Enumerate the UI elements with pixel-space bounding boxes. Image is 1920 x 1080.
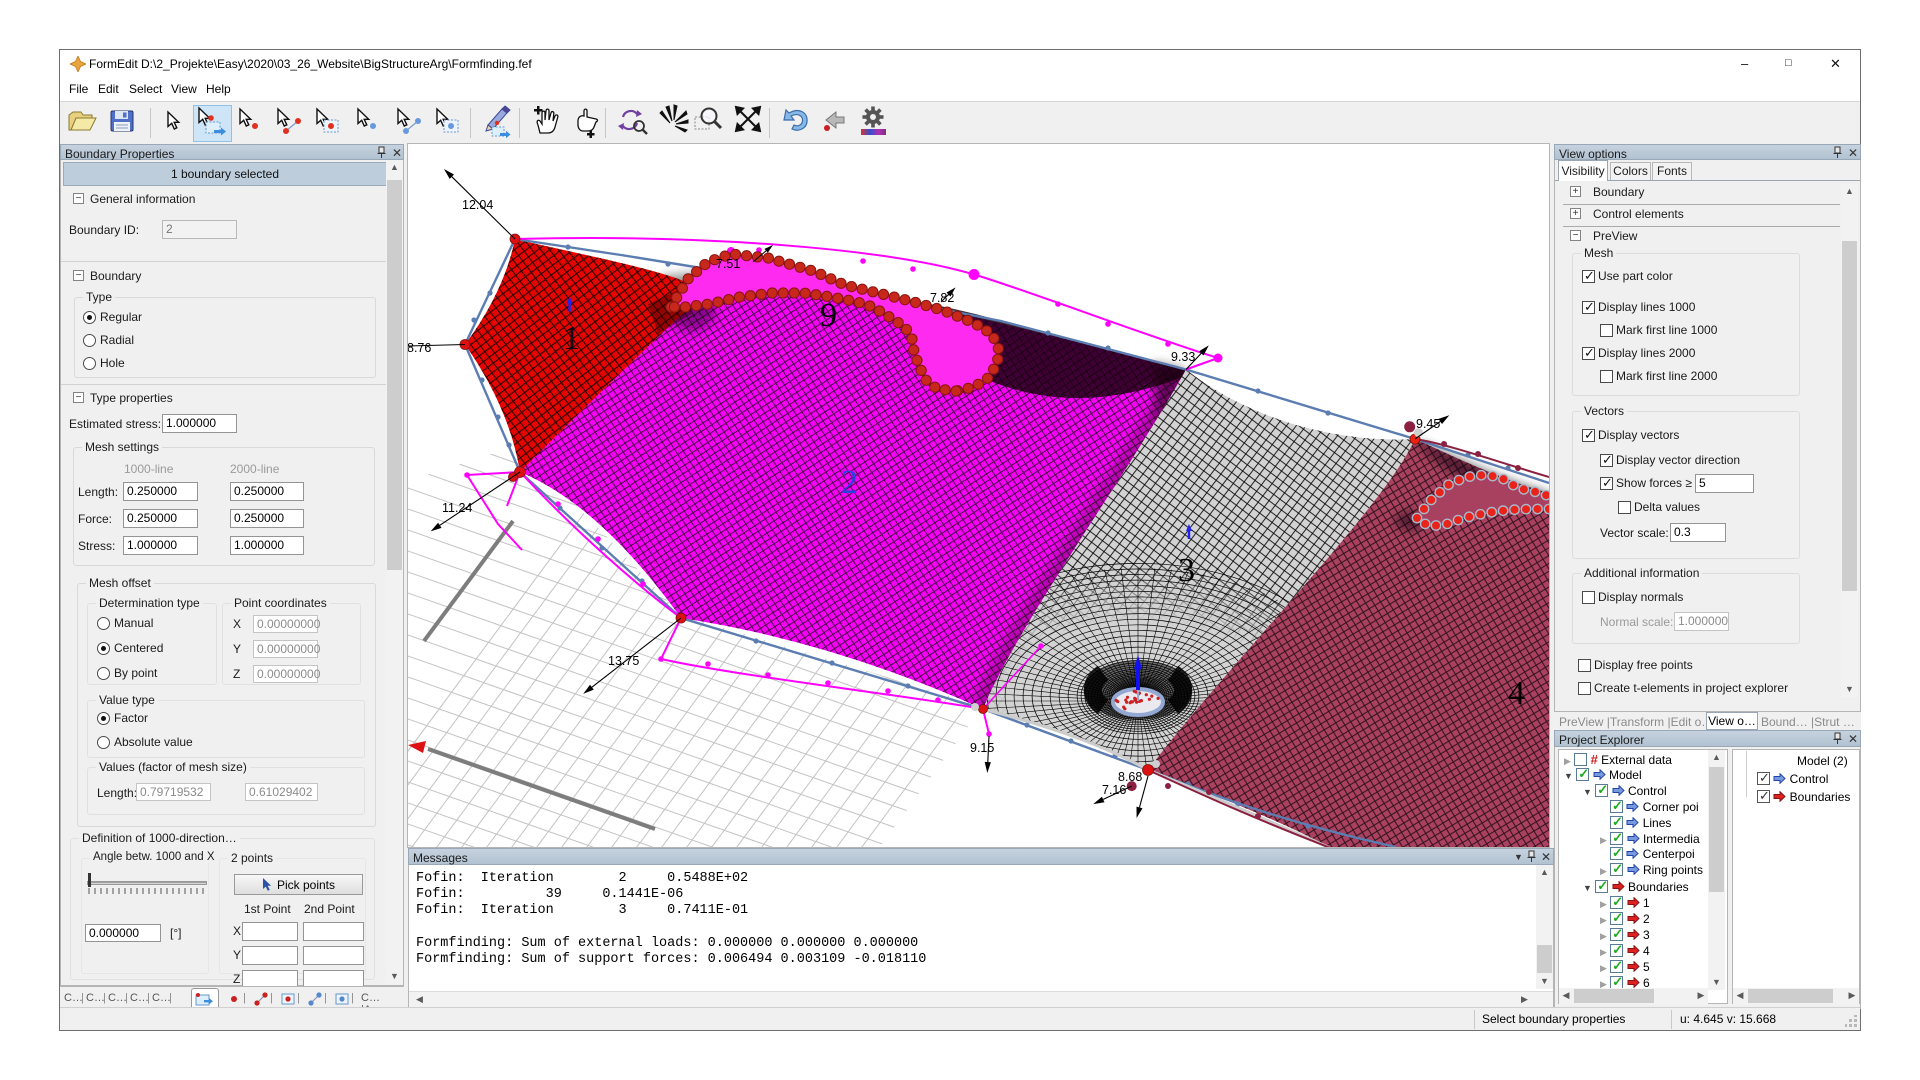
svg-text:7.16: 7.16 xyxy=(1102,783,1126,797)
svg-text:7.51: 7.51 xyxy=(716,257,740,271)
svg-text:11.24: 11.24 xyxy=(442,501,472,515)
svg-text:8.76: 8.76 xyxy=(408,341,431,355)
svg-text:9: 9 xyxy=(820,297,837,334)
svg-text:13.75: 13.75 xyxy=(608,654,639,668)
svg-text:3: 3 xyxy=(1178,552,1195,589)
svg-text:9.15: 9.15 xyxy=(970,741,994,755)
svg-text:7.82: 7.82 xyxy=(930,291,954,305)
svg-text:12.04: 12.04 xyxy=(462,198,493,212)
svg-text:2: 2 xyxy=(841,464,858,501)
svg-text:8.68: 8.68 xyxy=(1118,770,1142,784)
svg-text:9.45: 9.45 xyxy=(1416,417,1440,431)
svg-text:9.33: 9.33 xyxy=(1171,350,1195,364)
svg-text:4: 4 xyxy=(1508,675,1525,712)
svg-text:1: 1 xyxy=(563,320,580,357)
